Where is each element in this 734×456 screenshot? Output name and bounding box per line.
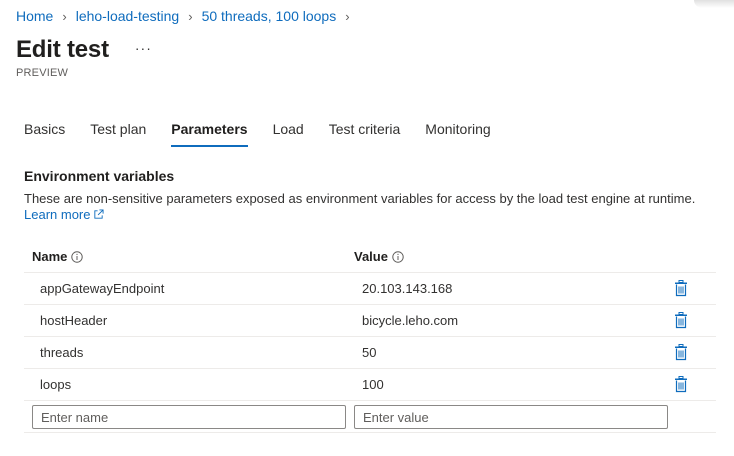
- trash-icon[interactable]: [674, 312, 688, 329]
- column-header-value: Value: [354, 249, 404, 264]
- chevron-right-icon: ›: [345, 8, 350, 24]
- new-value-input[interactable]: [354, 405, 668, 429]
- table-row: appGatewayEndpoint 20.103.143.168: [24, 273, 716, 305]
- page-title: Edit test: [16, 36, 109, 63]
- external-link-icon: [94, 209, 105, 219]
- table-header: Name Value: [24, 241, 716, 273]
- section-description: These are non-sensitive parameters expos…: [24, 191, 696, 206]
- more-options-button[interactable]: ···: [135, 40, 152, 56]
- tab-test-plan[interactable]: Test plan: [90, 121, 146, 147]
- variable-value: 20.103.143.168: [362, 281, 453, 296]
- variable-name: loops: [40, 377, 72, 392]
- tab-monitoring[interactable]: Monitoring: [425, 121, 490, 147]
- variable-name: hostHeader: [40, 313, 108, 328]
- new-variable-row: [24, 401, 716, 433]
- new-name-input[interactable]: [32, 405, 346, 429]
- info-icon[interactable]: [392, 250, 404, 263]
- window-shadow: [694, 0, 734, 8]
- learn-more-link[interactable]: Learn more: [24, 207, 105, 222]
- variable-value: 100: [362, 377, 384, 392]
- trash-icon[interactable]: [674, 280, 688, 297]
- trash-icon[interactable]: [674, 376, 688, 393]
- breadcrumb-home[interactable]: Home: [16, 8, 53, 24]
- variable-value: bicycle.leho.com: [362, 313, 459, 328]
- tab-test-criteria[interactable]: Test criteria: [329, 121, 401, 147]
- tab-parameters[interactable]: Parameters: [171, 121, 248, 147]
- tab-list: Basics Test plan Parameters Load Test cr…: [24, 121, 516, 147]
- tab-basics[interactable]: Basics: [24, 121, 65, 147]
- preview-label: PREVIEW: [16, 67, 69, 79]
- tab-load[interactable]: Load: [273, 121, 304, 147]
- variable-name: appGatewayEndpoint: [40, 281, 165, 296]
- column-header-value-label: Value: [354, 249, 388, 264]
- table-row: threads 50: [24, 337, 716, 369]
- breadcrumb-test[interactable]: 50 threads, 100 loops: [202, 8, 337, 24]
- column-header-name: Name: [32, 249, 84, 264]
- info-icon[interactable]: [71, 250, 84, 263]
- chevron-right-icon: ›: [62, 8, 67, 24]
- column-header-name-label: Name: [32, 249, 68, 264]
- learn-more-label: Learn more: [24, 207, 91, 222]
- variable-name: threads: [40, 345, 84, 360]
- breadcrumb: Home › leho-load-testing › 50 threads, 1…: [16, 8, 359, 24]
- chevron-right-icon: ›: [188, 8, 193, 24]
- breadcrumb-resource[interactable]: leho-load-testing: [76, 8, 180, 24]
- env-variables-table: Name Value appGatewayEndpoint 20.103.143…: [24, 241, 716, 433]
- variable-value: 50: [362, 345, 377, 360]
- table-row: hostHeader bicycle.leho.com: [24, 305, 716, 337]
- section-title: Environment variables: [24, 168, 175, 184]
- table-row: loops 100: [24, 369, 716, 401]
- title-row: Edit test ···: [16, 36, 152, 64]
- trash-icon[interactable]: [674, 344, 688, 361]
